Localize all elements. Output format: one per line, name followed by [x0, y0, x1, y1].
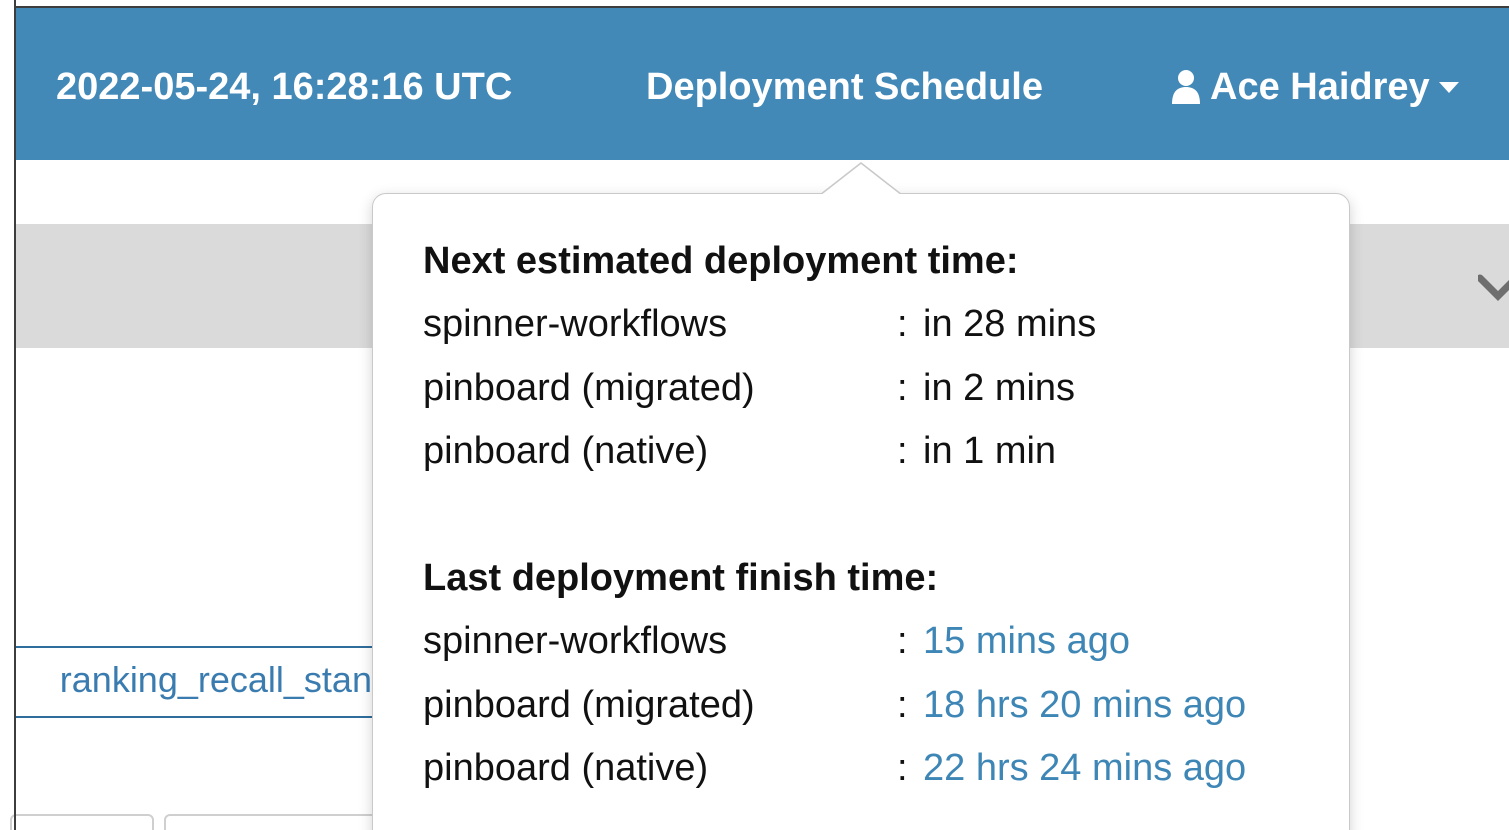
last-deployment-row: pinboard (migrated) : 18 hrs 20 mins ago — [423, 681, 1323, 729]
tab-button[interactable] — [164, 814, 388, 830]
last-deployment-link[interactable]: 22 hrs 24 mins ago — [923, 744, 1246, 792]
last-deployment-title: Last deployment finish time: — [423, 557, 939, 599]
separator: : — [897, 303, 908, 345]
next-deployment-row: pinboard (migrated) : in 2 mins — [423, 364, 1323, 412]
pipeline-name-text: ranking_recall_stand — [59, 659, 392, 700]
deployment-schedule-link[interactable]: Deployment Schedule — [646, 64, 1043, 110]
service-name: spinner-workflows — [423, 303, 728, 345]
service-name: pinboard (native) — [423, 430, 709, 472]
user-name: Ace Haidrey — [1210, 66, 1430, 108]
next-deployment-eta: in 28 mins — [923, 303, 1097, 345]
next-deployment-eta: in 2 mins — [923, 367, 1076, 409]
separator: : — [897, 367, 908, 409]
next-deployment-title: Next estimated deployment time: — [423, 240, 1019, 282]
service-name: pinboard (native) — [423, 747, 709, 789]
next-deployment-row: spinner-workflows : in 28 mins — [423, 300, 1323, 348]
caret-down-icon — [1438, 82, 1459, 93]
next-deployment-eta: in 1 min — [923, 430, 1057, 472]
last-deployment-row: pinboard (native) : 22 hrs 24 mins ago — [423, 744, 1323, 792]
separator: : — [897, 430, 908, 472]
last-deployment-row: spinner-workflows : 15 mins ago — [423, 617, 1323, 665]
top-navbar: 2022-05-24, 16:28:16 UTC Deployment Sche… — [16, 8, 1509, 160]
app-window: 2022-05-24, 16:28:16 UTC Deployment Sche… — [0, 0, 1509, 830]
separator: : — [897, 747, 908, 789]
deployment-schedule-popover: Next estimated deployment time: spinner-… — [372, 193, 1350, 830]
separator: : — [897, 620, 908, 662]
last-deployment-link[interactable]: 15 mins ago — [923, 617, 1130, 665]
tab-button[interactable] — [10, 814, 154, 830]
user-menu[interactable]: Ace Haidrey — [1170, 64, 1460, 110]
last-deployment-link[interactable]: 18 hrs 20 mins ago — [923, 681, 1246, 729]
popover-arrow — [820, 162, 902, 196]
window-border-left — [14, 0, 16, 830]
next-deployment-row: pinboard (native) : in 1 min — [423, 427, 1323, 475]
service-name: pinboard (migrated) — [423, 367, 755, 409]
server-time: 2022-05-24, 16:28:16 UTC — [56, 66, 513, 108]
window-border-top — [14, 6, 1509, 8]
separator: : — [897, 684, 908, 726]
service-name: pinboard (migrated) — [423, 684, 755, 726]
chevron-down-icon[interactable] — [1478, 272, 1509, 304]
user-icon — [1172, 70, 1200, 104]
pipeline-name-field[interactable]: ranking_recall_stand — [16, 646, 396, 718]
service-name: spinner-workflows — [423, 620, 728, 662]
